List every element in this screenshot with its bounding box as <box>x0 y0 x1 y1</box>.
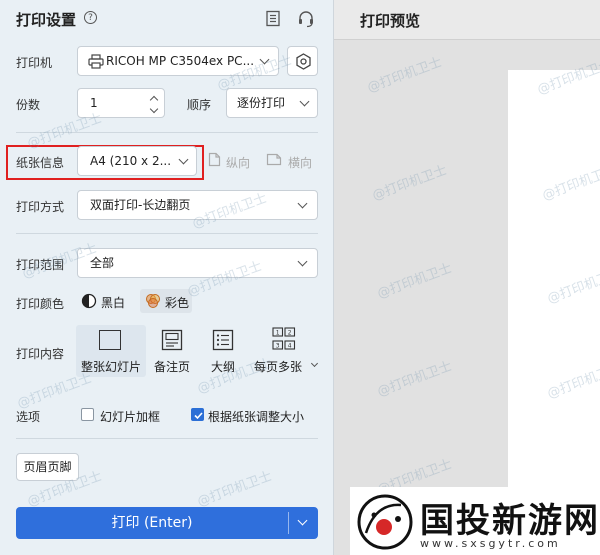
outline-list-icon <box>212 329 234 351</box>
site-logo-overlay: 国投新游网 www.sxsgytr.com <box>350 487 600 555</box>
black-white-icon <box>81 293 97 309</box>
content-item-label: 每页多张 <box>254 360 303 374</box>
chevron-down-icon <box>297 198 308 209</box>
content-notes-page[interactable]: 备注页 <box>148 325 196 377</box>
chevron-down-icon[interactable] <box>310 359 319 368</box>
help-icon[interactable]: ? <box>84 11 97 24</box>
printer-value: RICOH MP C3504ex PC... <box>106 54 254 68</box>
landscape-label[interactable]: 横向 <box>288 154 312 171</box>
stepper-up-icon[interactable] <box>149 95 159 105</box>
range-select[interactable]: 全部 <box>77 248 318 278</box>
option-frame-label: 幻灯片加框 <box>100 410 161 424</box>
range-label: 打印范围 <box>16 258 65 272</box>
checkbox-unchecked[interactable] <box>81 408 94 421</box>
order-label: 顺序 <box>187 98 212 112</box>
button-split-divider <box>288 512 289 534</box>
multi-slide-grid-icon: 1 2 3 4 <box>272 327 296 350</box>
notes-page-icon <box>161 329 183 351</box>
svg-text:1: 1 <box>276 330 280 337</box>
print-mode-value: 双面打印-长边翻页 <box>90 198 191 212</box>
print-mode-label: 打印方式 <box>16 200 65 214</box>
svg-text:4: 4 <box>288 343 292 350</box>
hexagon-settings-icon <box>296 53 311 70</box>
landscape-page-icon[interactable] <box>266 153 282 166</box>
range-value: 全部 <box>90 256 115 270</box>
options-label: 选项 <box>16 410 41 424</box>
option-fit-label: 根据纸张调整大小 <box>208 410 305 424</box>
color-palette-icon <box>146 294 160 308</box>
content-full-slide[interactable]: 整张幻灯片 <box>76 325 146 377</box>
preview-title: 打印预览 <box>360 12 421 30</box>
section-divider <box>16 438 318 439</box>
portrait-label[interactable]: 纵向 <box>226 154 250 171</box>
portrait-page-icon[interactable] <box>208 152 221 167</box>
content-item-label: 整张幻灯片 <box>80 360 141 374</box>
content-multi-per-page[interactable]: 1 2 3 4 每页多张 <box>250 325 320 377</box>
svg-text:3: 3 <box>276 343 280 350</box>
printer-properties-button[interactable] <box>287 46 318 76</box>
checkbox-checked[interactable] <box>191 408 204 421</box>
printer-select[interactable]: RICOH MP C3504ex PC... <box>77 46 279 76</box>
color-color-option[interactable]: 彩色 <box>140 289 192 313</box>
site-url: www.sxsgytr.com <box>420 537 561 550</box>
content-label: 打印内容 <box>16 347 65 361</box>
section-divider <box>16 132 318 133</box>
printer-label: 打印机 <box>16 56 53 70</box>
order-select[interactable]: 逐份打印 <box>226 88 318 118</box>
svg-text:2: 2 <box>288 330 292 337</box>
header-footer-button[interactable]: 页眉页脚 <box>16 453 79 481</box>
paper-value: A4 (210 x 2... <box>90 154 172 168</box>
color-bw-label: 黑白 <box>101 296 126 310</box>
order-value: 逐份打印 <box>237 96 286 110</box>
paper-label: 纸张信息 <box>16 156 65 170</box>
content-item-label: 大纲 <box>210 360 235 374</box>
stepper-down-icon[interactable] <box>149 104 159 114</box>
full-slide-icon <box>99 330 121 350</box>
site-logo-icon <box>357 494 413 550</box>
section-divider <box>16 233 318 234</box>
print-button[interactable]: 打印 (Enter) <box>16 507 318 539</box>
printer-icon <box>88 54 104 69</box>
copies-value: 1 <box>90 96 98 110</box>
option-frame-checkbox[interactable]: 幻灯片加框 <box>80 406 190 424</box>
print-button-label[interactable]: 打印 (Enter) <box>16 507 288 539</box>
color-color-label: 彩色 <box>165 296 190 310</box>
copies-label: 份数 <box>16 98 41 112</box>
content-outline[interactable]: 大纲 <box>200 325 246 377</box>
preview-page <box>508 70 600 490</box>
panel-title: 打印设置 <box>16 11 77 29</box>
print-mode-select[interactable]: 双面打印-长边翻页 <box>77 190 318 220</box>
chevron-down-icon[interactable] <box>297 515 308 526</box>
option-fit-checkbox[interactable]: 根据纸张调整大小 <box>190 406 318 424</box>
content-item-label: 备注页 <box>153 360 190 374</box>
color-label: 打印颜色 <box>16 297 65 311</box>
document-settings-icon[interactable] <box>265 10 281 27</box>
headset-icon[interactable] <box>297 10 315 28</box>
site-name: 国投新游网 <box>420 501 600 541</box>
paper-size-select[interactable]: A4 (210 x 2... <box>77 146 197 176</box>
color-bw-option[interactable]: 黑白 <box>80 292 128 312</box>
chevron-down-icon <box>259 54 270 65</box>
chevron-down-icon <box>297 256 308 267</box>
copies-stepper[interactable]: 1 <box>77 88 165 118</box>
checkmark-icon <box>194 412 203 420</box>
chevron-down-icon <box>299 96 310 107</box>
